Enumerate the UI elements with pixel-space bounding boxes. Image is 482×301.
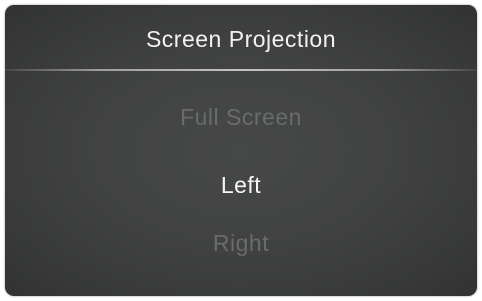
option-right[interactable]: Right: [5, 230, 477, 257]
screen-projection-dialog: Screen Projection Full Screen Left Right: [5, 5, 477, 296]
option-left[interactable]: Left: [5, 172, 477, 199]
option-full-screen[interactable]: Full Screen: [5, 104, 477, 131]
title-divider: [5, 69, 477, 71]
dialog-title: Screen Projection: [145, 26, 337, 52]
